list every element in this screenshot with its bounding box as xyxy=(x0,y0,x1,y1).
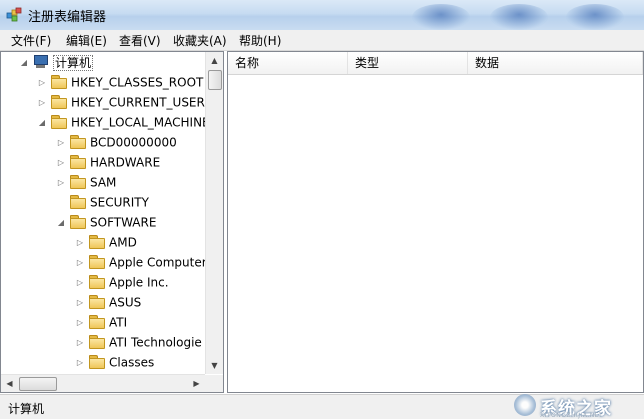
tree-item[interactable]: ▷ AMD xyxy=(75,232,137,252)
regedit-icon xyxy=(6,7,22,22)
tree-item-label: HKEY_LOCAL_MACHINE xyxy=(71,115,210,130)
scroll-up-arrow-icon[interactable]: ▲ xyxy=(206,52,223,69)
menu-bar: 文件(F) 编辑(E) 查看(V) 收藏夹(A) 帮助(H) xyxy=(0,30,644,51)
registry-tree[interactable]: ◢ 计算机 ▷ HKEY_CLASSES_ROOT ▷ HKEY_CURRENT_USER… xyxy=(0,51,224,393)
watermark: 系统之家 XITONGZHIJIA.NET xyxy=(514,394,640,419)
folder-icon xyxy=(70,155,86,169)
collapsed-arrow-icon[interactable]: ▷ xyxy=(75,233,85,253)
tree-item[interactable]: ▷ Classes xyxy=(75,352,154,372)
menu-favorites[interactable]: 收藏夹(A) xyxy=(171,32,229,49)
values-list[interactable]: 名称 类型 数据 xyxy=(227,51,644,393)
collapsed-arrow-icon[interactable]: ▷ xyxy=(75,353,85,373)
tree-horizontal-scrollbar[interactable]: ◀ ▶ xyxy=(1,374,205,392)
decorative-orb-icon xyxy=(566,4,624,30)
tree-item[interactable]: SECURITY xyxy=(56,192,149,212)
tree-item-label: HKEY_CURRENT_USER xyxy=(71,95,205,110)
tree-item-label: BCD00000000 xyxy=(90,135,177,150)
regedit-window: 注册表编辑器 文件(F) 编辑(E) 查看(V) 收藏夹(A) 帮助(H) ◢ 计… xyxy=(0,0,644,419)
decorative-orb-icon xyxy=(412,4,470,30)
tree-item[interactable]: ▷ Apple Inc. xyxy=(75,272,169,292)
watermark-logo-icon xyxy=(514,394,536,416)
folder-icon xyxy=(70,215,86,229)
tree-item-label: SECURITY xyxy=(90,195,149,210)
collapsed-arrow-icon[interactable]: ▷ xyxy=(37,73,47,93)
tree-item-label: Classes xyxy=(109,355,155,370)
folder-icon xyxy=(89,295,105,309)
tree-item[interactable]: ▷ HKEY_CURRENT_USER xyxy=(37,92,205,112)
collapsed-arrow-icon[interactable]: ▷ xyxy=(75,313,85,333)
folder-icon xyxy=(89,315,105,329)
collapsed-arrow-icon[interactable]: ▷ xyxy=(37,93,47,113)
collapsed-arrow-icon[interactable]: ▷ xyxy=(75,273,85,293)
folder-icon xyxy=(70,195,86,209)
tree-item[interactable]: ◢ 计算机 xyxy=(19,52,94,73)
menu-view[interactable]: 查看(V) xyxy=(117,32,163,49)
expanded-arrow-icon[interactable]: ◢ xyxy=(56,213,66,233)
scroll-left-arrow-icon[interactable]: ◀ xyxy=(1,375,18,392)
tree-item[interactable]: ▷ HKEY_CLASSES_ROOT xyxy=(37,72,203,92)
tree-vertical-scrollbar[interactable]: ▲ ▼ xyxy=(205,52,223,374)
menu-file[interactable]: 文件(F) xyxy=(9,32,53,49)
folder-icon xyxy=(51,95,67,109)
tree-item-label: SOFTWARE xyxy=(90,215,157,230)
scroll-thumb[interactable] xyxy=(19,377,57,391)
watermark-url: XITONGZHIJIA.NET xyxy=(540,412,604,419)
tree-item[interactable]: ◢ HKEY_LOCAL_MACHINE xyxy=(37,112,210,132)
menu-edit[interactable]: 编辑(E) xyxy=(64,32,109,49)
tree-item-label: ASUS xyxy=(109,295,142,310)
tree-item-label: Apple Computer xyxy=(109,255,207,270)
scroll-thumb[interactable] xyxy=(208,70,222,90)
scroll-down-arrow-icon[interactable]: ▼ xyxy=(206,357,223,374)
tree-item-label: 计算机 xyxy=(53,54,94,71)
folder-icon xyxy=(89,355,105,369)
expanded-arrow-icon[interactable]: ◢ xyxy=(19,53,29,73)
tree-item-label: HARDWARE xyxy=(90,155,161,170)
folder-icon xyxy=(89,255,105,269)
collapsed-arrow-icon[interactable]: ▷ xyxy=(75,333,85,353)
collapsed-arrow-icon[interactable]: ▷ xyxy=(56,153,66,173)
folder-icon xyxy=(51,115,67,129)
computer-icon xyxy=(33,54,49,69)
window-title: 注册表编辑器 xyxy=(28,10,107,25)
folder-icon xyxy=(89,335,105,349)
column-header-name[interactable]: 名称 xyxy=(228,52,348,74)
tree-item[interactable]: ▷ BCD00000000 xyxy=(56,132,177,152)
column-header-type[interactable]: 类型 xyxy=(348,52,468,74)
tree-item-label: AMD xyxy=(109,235,137,250)
expanded-arrow-icon[interactable]: ◢ xyxy=(37,113,47,133)
status-bar: 计算机 系统之家 XITONGZHIJIA.NET xyxy=(0,394,644,419)
tree-item[interactable]: ▷ SAM xyxy=(56,172,116,192)
tree-item-label: HKEY_CLASSES_ROOT xyxy=(71,75,204,90)
scrollbar-corner xyxy=(205,375,223,392)
tree-item-label: SAM xyxy=(90,175,117,190)
list-header: 名称 类型 数据 xyxy=(228,52,643,75)
tree-item-label: ATI Technologie xyxy=(109,335,202,350)
tree-item[interactable]: ▷ HARDWARE xyxy=(56,152,160,172)
tree-item[interactable]: ▷ Apple Computer xyxy=(75,252,207,272)
collapsed-arrow-icon[interactable]: ▷ xyxy=(75,293,85,313)
tree-item-label: ATI xyxy=(109,315,128,330)
folder-icon xyxy=(89,275,105,289)
tree-item[interactable]: ▷ ATI Technologie xyxy=(75,332,202,352)
title-bar[interactable]: 注册表编辑器 xyxy=(0,0,644,30)
menu-help[interactable]: 帮助(H) xyxy=(237,32,283,49)
collapsed-arrow-icon[interactable]: ▷ xyxy=(56,133,66,153)
status-path: 计算机 xyxy=(8,402,45,416)
folder-icon xyxy=(70,175,86,189)
collapsed-arrow-icon[interactable]: ▷ xyxy=(56,173,66,193)
folder-icon xyxy=(51,75,67,89)
decorative-orb-icon xyxy=(490,4,548,30)
tree-item[interactable]: ▷ ATI xyxy=(75,312,127,332)
tree-item[interactable]: ▷ ASUS xyxy=(75,292,141,312)
scroll-right-arrow-icon[interactable]: ▶ xyxy=(188,375,205,392)
tree-item[interactable]: ◢ SOFTWARE xyxy=(56,212,156,232)
column-header-data[interactable]: 数据 xyxy=(468,52,643,74)
tree-item-label: Apple Inc. xyxy=(109,275,169,290)
folder-icon xyxy=(70,135,86,149)
folder-icon xyxy=(89,235,105,249)
collapsed-arrow-icon[interactable]: ▷ xyxy=(75,253,85,273)
